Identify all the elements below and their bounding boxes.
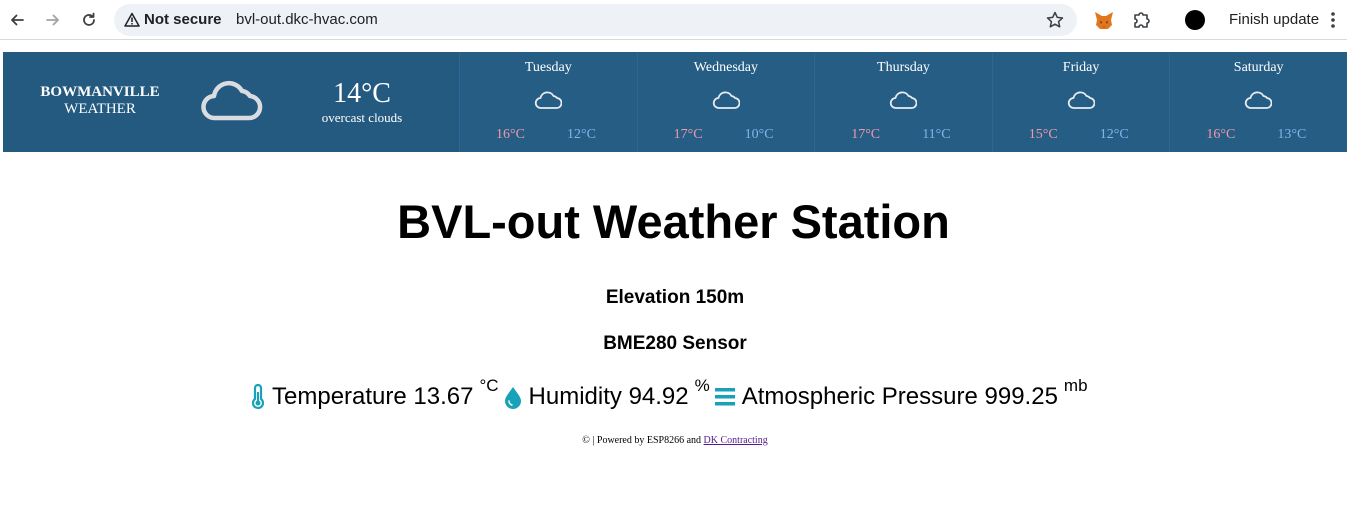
temperature-reading: Temperature 13.67 bbox=[272, 383, 474, 410]
cloud-icon bbox=[712, 91, 740, 109]
thermometer-icon bbox=[251, 384, 265, 410]
browser-toolbar: Not secure bvl-out.dkc-hvac.com Finish u… bbox=[0, 0, 1347, 40]
cloud-icon bbox=[1245, 91, 1273, 109]
cloud-icon bbox=[201, 80, 263, 121]
city-name-line2: WEATHER bbox=[64, 101, 136, 117]
url-text[interactable]: bvl-out.dkc-hvac.com bbox=[236, 11, 378, 28]
water-drop-icon bbox=[504, 387, 521, 409]
temperature-unit: °C bbox=[479, 376, 499, 395]
forecast-low: 12°C bbox=[567, 127, 596, 142]
profile-avatar[interactable] bbox=[1185, 10, 1205, 30]
weather-banner: BOWMANVILLE WEATHER 14°C overcast clouds… bbox=[3, 52, 1347, 152]
forecast-days: Tuesday 16°C 12°C Wednesday 17°C 10°C Th… bbox=[459, 52, 1347, 152]
forecast-low: 11°C bbox=[922, 127, 951, 142]
page-footer: © | Powered by ESP8266 and DK Contractin… bbox=[0, 435, 1347, 446]
forecast-low: 10°C bbox=[744, 127, 774, 142]
reload-icon bbox=[83, 12, 95, 26]
forecast-day: Saturday 16°C 13°C bbox=[1169, 52, 1347, 152]
cloud-icon bbox=[890, 91, 918, 109]
forecast-day: Tuesday 16°C 12°C bbox=[459, 52, 637, 152]
forward-button[interactable] bbox=[41, 8, 65, 32]
forecast-high: 16°C bbox=[496, 127, 525, 142]
humidity-reading: Humidity 94.92 bbox=[528, 383, 689, 410]
city-name-line1: BOWMANVILLE bbox=[40, 84, 160, 100]
city-name: BOWMANVILLE WEATHER bbox=[3, 84, 197, 118]
dk-contracting-link[interactable]: DK Contracting bbox=[704, 435, 768, 446]
reload-button[interactable] bbox=[77, 8, 101, 32]
address-bar[interactable]: Not secure bvl-out.dkc-hvac.com bbox=[114, 4, 1077, 36]
pressure-reading: Atmospheric Pressure 999.25 bbox=[741, 383, 1058, 410]
pressure-unit: mb bbox=[1063, 376, 1088, 395]
forecast-low: 12°C bbox=[1099, 127, 1129, 142]
finish-update-button[interactable]: Finish update bbox=[1229, 11, 1319, 28]
page-title: BVL-out Weather Station bbox=[397, 195, 950, 248]
current-temperature: 14°C bbox=[333, 78, 391, 109]
current-description: overcast clouds bbox=[321, 110, 403, 125]
bookmark-star-icon[interactable] bbox=[1045, 10, 1065, 30]
pressure-bars-icon bbox=[714, 388, 735, 406]
forecast-day: Friday 15°C 12°C bbox=[991, 52, 1170, 152]
metamask-fox-icon[interactable] bbox=[1093, 9, 1115, 31]
back-button[interactable] bbox=[5, 8, 29, 32]
forecast-low: 13°C bbox=[1277, 127, 1307, 142]
sensor-readings: Temperature 13.67 °C Humidity 94.92 % At… bbox=[248, 376, 1092, 414]
cloud-icon bbox=[1067, 91, 1095, 109]
forecast-day-name: Friday bbox=[1062, 60, 1100, 75]
forecast-day-name: Wednesday bbox=[693, 60, 758, 75]
extensions-puzzle-icon[interactable] bbox=[1131, 9, 1153, 31]
current-conditions: 14°C overcast clouds bbox=[303, 78, 421, 126]
humidity-unit: % bbox=[694, 376, 710, 395]
forecast-high: 17°C bbox=[673, 127, 703, 142]
forecast-day-name: Saturday bbox=[1233, 60, 1284, 75]
forecast-high: 16°C bbox=[1206, 127, 1236, 142]
elevation-text: Elevation 150m bbox=[605, 287, 745, 308]
forecast-high: 15°C bbox=[1028, 127, 1058, 142]
more-menu-icon[interactable] bbox=[1327, 10, 1339, 30]
forecast-day-name: Tuesday bbox=[524, 60, 572, 75]
footer-text: © | Powered by ESP8266 and bbox=[582, 435, 702, 446]
arrow-right-icon bbox=[46, 14, 59, 26]
forecast-day: Wednesday 17°C 10°C bbox=[636, 52, 815, 152]
forecast-day-name: Thursday bbox=[877, 60, 930, 75]
security-status[interactable]: Not secure bbox=[144, 11, 222, 28]
sensor-name: BME280 Sensor bbox=[603, 333, 747, 354]
forecast-day: Thursday 17°C 11°C bbox=[814, 52, 992, 152]
forecast-high: 17°C bbox=[851, 127, 881, 142]
warning-icon bbox=[124, 12, 140, 27]
cloud-icon bbox=[534, 91, 562, 109]
arrow-left-icon bbox=[11, 14, 24, 26]
